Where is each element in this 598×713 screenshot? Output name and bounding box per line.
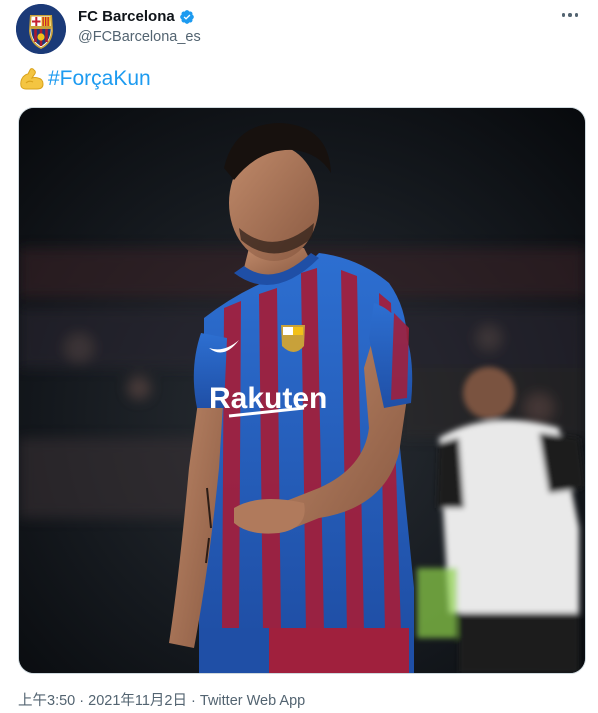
more-options-icon[interactable] xyxy=(556,5,584,25)
account-handle[interactable]: @FCBarcelona_es xyxy=(78,29,201,45)
tweet-photo[interactable]: Rakuten xyxy=(18,107,586,674)
tweet-time[interactable]: 上午3:50 xyxy=(18,693,75,709)
hashtag-link[interactable]: #ForçaKun xyxy=(48,67,151,91)
separator: · xyxy=(187,693,200,709)
tweet-date[interactable]: 2021年11月2日 xyxy=(88,693,187,709)
tweet-text: #ForçaKun xyxy=(18,66,151,92)
avatar[interactable] xyxy=(16,4,66,54)
account-name-row[interactable]: FC Barcelona xyxy=(78,8,195,25)
tweet-source-app[interactable]: Twitter Web App xyxy=(200,693,305,709)
jersey-sponsor-text: Rakuten xyxy=(209,382,327,415)
tweet-card: FC Barcelona @FCBarcelona_es #ForçaKun R… xyxy=(0,0,598,713)
fc-barcelona-crest-icon xyxy=(16,4,66,54)
account-name[interactable]: FC Barcelona xyxy=(78,8,175,25)
verified-badge-icon xyxy=(179,9,194,24)
separator: · xyxy=(75,693,89,709)
flexed-biceps-icon xyxy=(20,68,44,90)
tweet-meta: 上午3:50 · 2021年11月2日 · Twitter Web App xyxy=(18,689,305,710)
player-photo-image: Rakuten xyxy=(19,108,585,673)
